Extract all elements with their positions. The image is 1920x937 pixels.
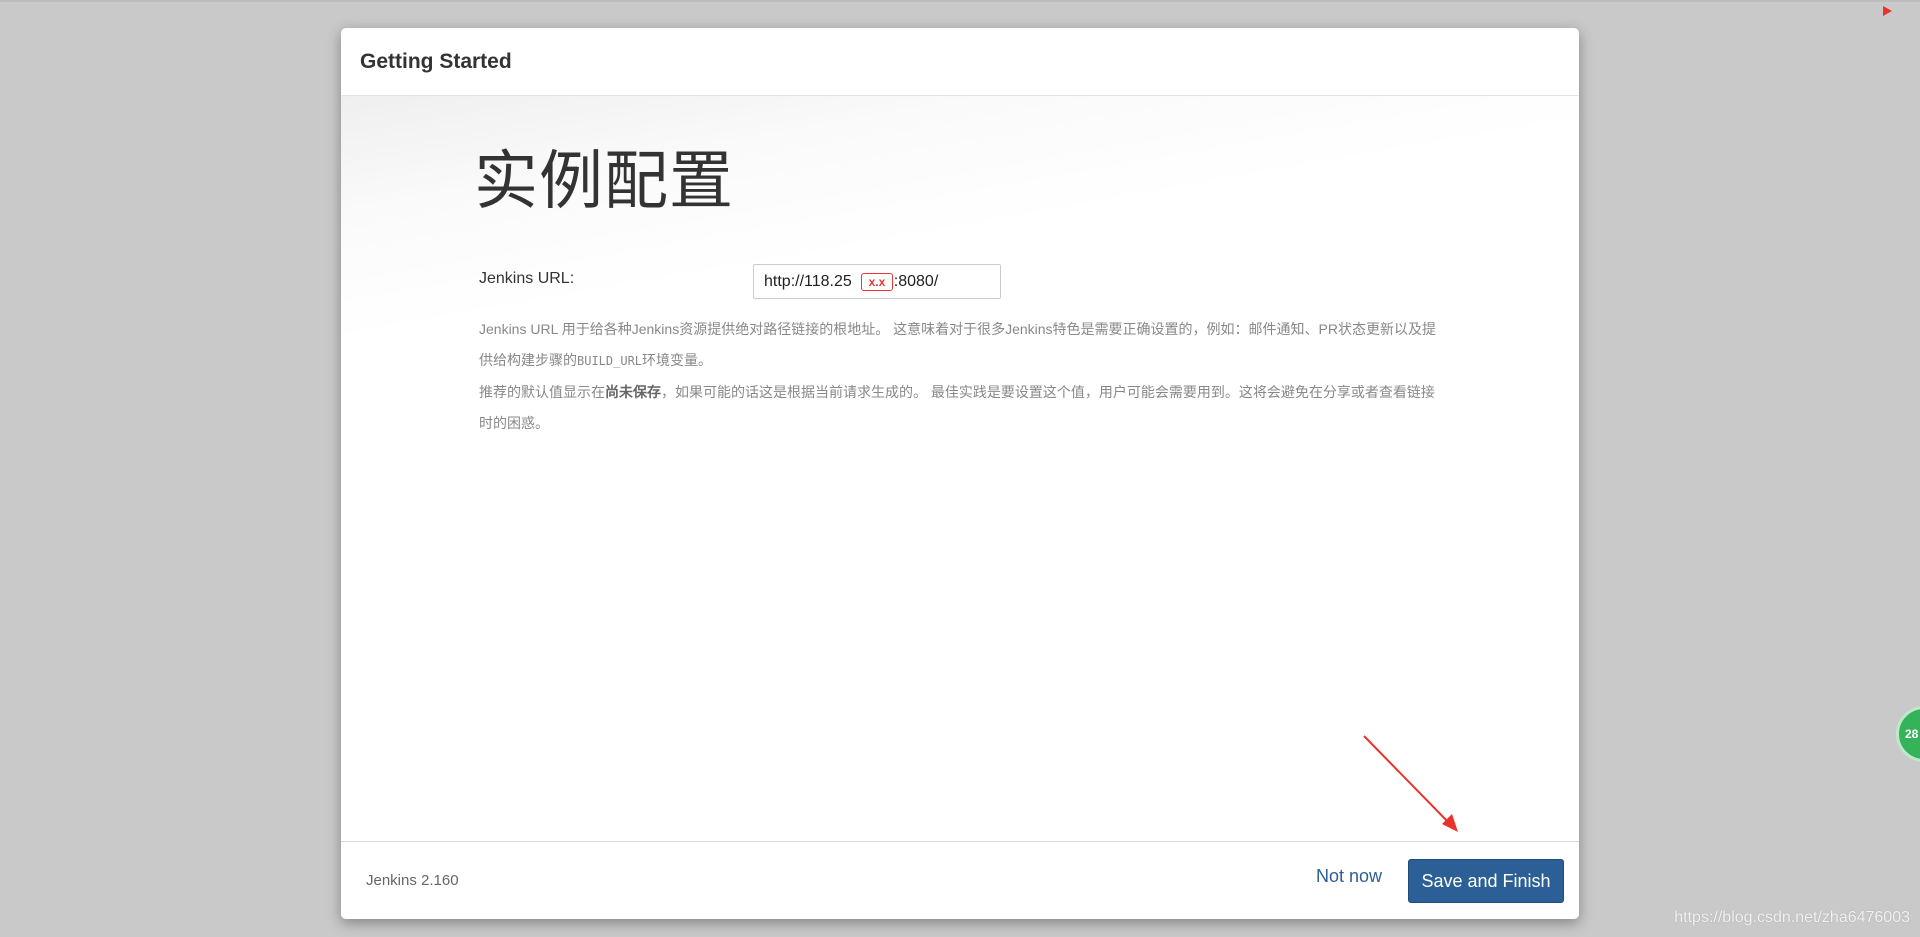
dialog-header: Getting Started bbox=[341, 28, 1579, 96]
dialog-footer: Jenkins 2.160 Not now Save and Finish bbox=[341, 841, 1579, 919]
not-now-link[interactable]: Not now bbox=[1316, 866, 1382, 887]
jenkins-url-suffix: :8080/ bbox=[893, 272, 939, 290]
help-paragraph-1: Jenkins URL 用于给各种Jenkins资源提供绝对路径链接的根地址。 … bbox=[479, 314, 1439, 377]
floating-badge[interactable]: 28 bbox=[1896, 706, 1920, 762]
save-and-finish-button[interactable]: Save and Finish bbox=[1408, 859, 1564, 903]
help-text-1b: 环境变量。 bbox=[642, 352, 713, 368]
jenkins-url-label: Jenkins URL: bbox=[479, 270, 575, 287]
window-top-edge bbox=[0, 0, 1920, 2]
help-text-2-bold: 尚未保存 bbox=[605, 384, 661, 400]
corner-flag-icon bbox=[1883, 6, 1892, 16]
redaction-mark: x.x bbox=[861, 273, 893, 291]
jenkins-url-value: http://118.25 bbox=[764, 272, 852, 290]
url-help-text: Jenkins URL 用于给各种Jenkins资源提供绝对路径链接的根地址。 … bbox=[479, 314, 1439, 439]
help-text-2a: 推荐的默认值显示在 bbox=[479, 384, 605, 400]
jenkins-version: Jenkins 2.160 bbox=[366, 872, 459, 889]
watermark: https://blog.csdn.net/zha6476003 bbox=[1674, 909, 1910, 926]
dialog-title: Getting Started bbox=[360, 49, 512, 73]
page-heading: 实例配置 bbox=[474, 145, 734, 219]
help-paragraph-2: 推荐的默认值显示在尚未保存，如果可能的话这是根据当前请求生成的。 最佳实践是要设… bbox=[479, 377, 1439, 439]
help-code-build-url: BUILD_URL bbox=[577, 354, 643, 368]
red-annotation-arrow-icon bbox=[1363, 735, 1458, 832]
